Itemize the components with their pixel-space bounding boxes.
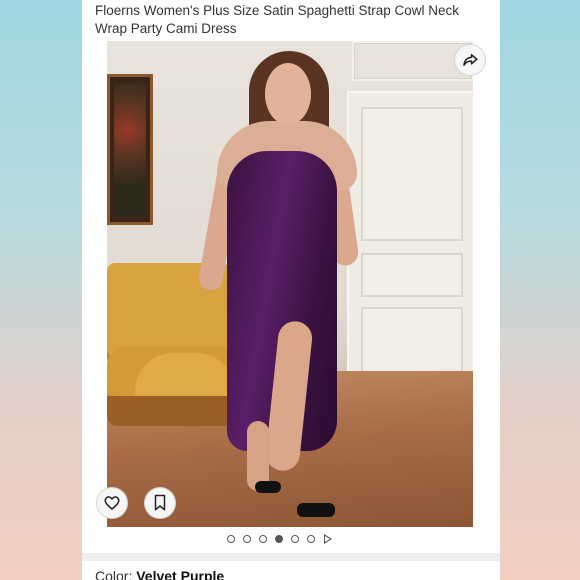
save-button[interactable] [145,488,175,518]
sofa-base [107,396,237,426]
bookmark-icon [154,494,166,511]
heart-icon [104,496,120,510]
wall-painting [107,74,153,225]
door-panel [361,253,463,297]
black-sandal [255,481,281,493]
gallery-pagination [227,534,332,544]
product-title: Floerns Women's Plus Size Satin Spaghett… [95,3,459,36]
gallery-dot[interactable] [291,535,299,543]
black-sandal [297,503,335,517]
share-button[interactable] [455,45,485,75]
door-panel [361,307,463,381]
gallery-dot[interactable] [227,535,235,543]
sofa-cushion [135,353,235,401]
color-value: Velvet Purple [136,568,225,580]
gallery-dot[interactable] [259,535,267,543]
model-face [265,63,311,125]
play-icon[interactable] [324,534,332,544]
painting-canvas [114,83,146,216]
color-label: Color: [95,568,137,580]
share-arrow-icon [463,54,478,66]
section-divider [82,553,500,561]
color-selection: Color: Velvet Purple [95,568,224,580]
favorite-button[interactable] [97,488,127,518]
product-image[interactable] [107,41,473,527]
screenshot-frame: Floerns Women's Plus Size Satin Spaghett… [0,0,580,580]
gallery-dot[interactable] [307,535,315,543]
door [347,91,473,395]
gallery-dot-active[interactable] [275,535,283,543]
gallery-dot[interactable] [243,535,251,543]
door-panel [361,107,463,241]
